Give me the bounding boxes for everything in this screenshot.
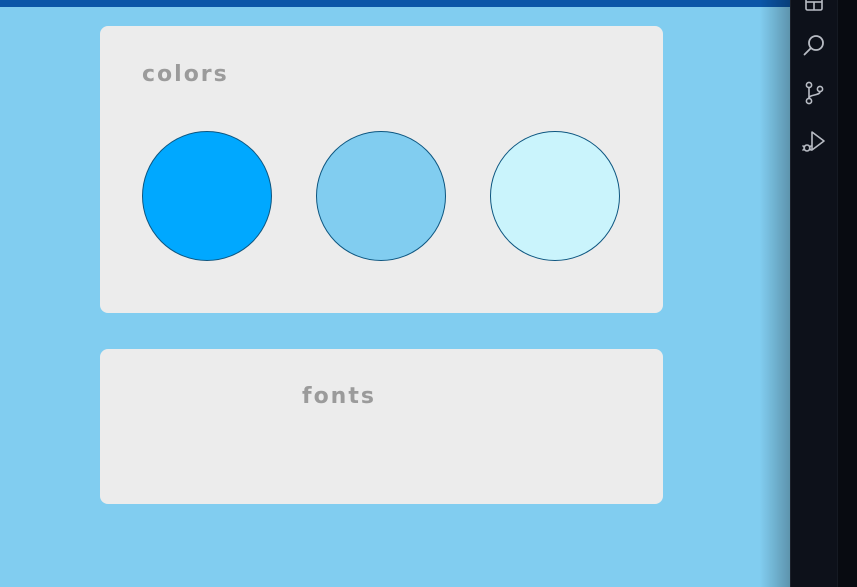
colors-title: colors xyxy=(142,62,229,87)
activity-bar xyxy=(790,0,837,587)
top-strip xyxy=(0,0,790,7)
explorer-icon[interactable] xyxy=(801,0,827,16)
color-swatch-primary[interactable] xyxy=(142,131,272,261)
color-swatch-tertiary[interactable] xyxy=(490,131,620,261)
side-panel-edge xyxy=(837,0,857,587)
search-icon[interactable] xyxy=(801,32,827,58)
design-canvas: colors fonts xyxy=(0,0,857,587)
panel-shadow xyxy=(760,0,790,587)
color-swatch-secondary[interactable] xyxy=(316,131,446,261)
fonts-title: fonts xyxy=(302,384,376,409)
source-control-icon[interactable] xyxy=(801,80,827,106)
run-debug-icon[interactable] xyxy=(801,128,827,154)
fonts-panel: fonts xyxy=(100,349,663,504)
colors-panel: colors xyxy=(100,26,663,313)
